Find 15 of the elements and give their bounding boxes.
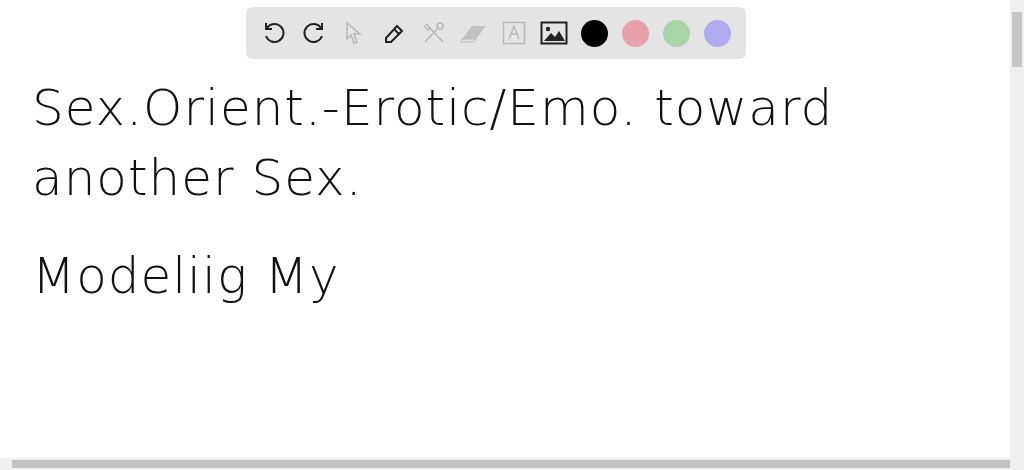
scrollbar-thumb[interactable]	[1012, 12, 1022, 67]
cursor-icon	[343, 20, 365, 46]
color-swatch[interactable]	[581, 19, 608, 47]
handwritten-text: another Sex.	[32, 148, 364, 209]
horizontal-scrollbar[interactable]	[0, 458, 1024, 470]
handwritten-text: Modeliig My	[32, 246, 341, 307]
vertical-scrollbar[interactable]	[1010, 0, 1024, 458]
text-box-icon	[502, 21, 526, 45]
scrollbar-thumb[interactable]	[12, 460, 1010, 468]
color-swatch[interactable]	[663, 19, 690, 47]
color-swatch[interactable]	[704, 19, 731, 47]
handwritten-text: Sex.Orient.-Erotic/Emo. toward	[32, 78, 834, 139]
whiteboard-canvas[interactable]: Sex.Orient.-Erotic/Emo. toward another Sex. Modeliig My	[0, 0, 1010, 458]
image-icon	[540, 21, 568, 45]
color-swatch[interactable]	[622, 19, 649, 47]
